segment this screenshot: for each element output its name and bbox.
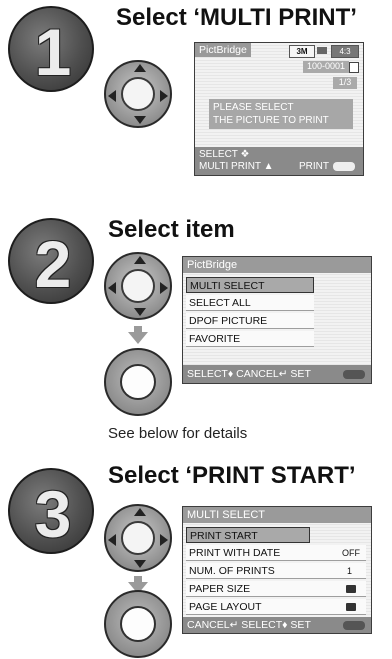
menu-item-print-start[interactable]: PRINT START: [186, 527, 310, 543]
menu-item-select-all[interactable]: SELECT ALL: [186, 295, 314, 311]
screen-footer: CANCEL↵ SELECT♦ SET: [183, 617, 371, 633]
menu-set-button-icon: [104, 348, 172, 416]
step-1-badge: 1: [8, 6, 94, 92]
down-arrow-head: [128, 332, 148, 344]
printer-icon: [346, 603, 356, 611]
footer-hints: SELECT♦ CANCEL↵ SET: [187, 368, 311, 380]
step-1-title: Select ‘MULTI PRINT’: [116, 4, 357, 31]
screen-header: PictBridge: [195, 43, 251, 57]
message-line-1: PLEASE SELECT: [213, 102, 294, 113]
picture-counter: 1/3: [333, 77, 357, 89]
menu-item-value: 1: [346, 566, 352, 576]
screen-footer: SELECT♦ CANCEL↵ SET: [183, 365, 371, 383]
menu-item-label: PAPER SIZE: [189, 583, 251, 595]
details-caption: See below for details: [108, 425, 248, 442]
printer-icon: [346, 585, 356, 593]
footer-multi-print-hint: MULTI PRINT ▲: [199, 161, 274, 172]
print-button-icon: [333, 162, 355, 171]
menu-item-paper-size[interactable]: PAPER SIZE: [186, 581, 366, 597]
menu-item-multi-select[interactable]: MULTI SELECT: [186, 277, 314, 293]
step-3-title: Select ‘PRINT START’: [108, 462, 356, 489]
protect-icon: [349, 62, 359, 73]
step-3-number: 3: [34, 477, 72, 551]
cursor-pad-icon: [104, 60, 172, 128]
menu-item-label: PAGE LAYOUT: [189, 601, 262, 613]
menu-item-favorite[interactable]: FAVORITE: [186, 331, 314, 347]
select-message: PLEASE SELECT THE PICTURE TO PRINT: [209, 99, 353, 129]
cursor-pad-icon: [104, 504, 172, 572]
folder-number: 100-0001: [303, 61, 349, 73]
menu-set-button-icon: [104, 590, 172, 658]
menu-item-label: PRINT WITH DATE: [189, 547, 281, 559]
step-3-badge: 3: [8, 468, 94, 554]
step-1-number: 1: [34, 15, 72, 89]
camera-mode-icon: [317, 47, 327, 54]
screen-header: PictBridge: [183, 257, 371, 273]
size-badge: 3M: [289, 45, 315, 58]
step-2-camera-screen: PictBridge MULTI SELECT SELECT ALL DPOF …: [182, 256, 372, 384]
footer-print-hint: PRINT: [299, 161, 329, 172]
step-2-badge: 2: [8, 218, 94, 304]
screen-header: MULTI SELECT: [183, 507, 371, 523]
step-3-camera-screen: MULTI SELECT PRINT START PRINT WITH DATE…: [182, 506, 372, 634]
step-2-number: 2: [34, 227, 72, 301]
menu-item-print-with-date[interactable]: PRINT WITH DATE OFF: [186, 545, 366, 561]
menu-item-dpof-picture[interactable]: DPOF PICTURE: [186, 313, 314, 329]
ratio-badge: 4:3: [331, 45, 359, 58]
step-2-title: Select item: [108, 216, 235, 243]
screen-footer: SELECT ❖ MULTI PRINT ▲ PRINT: [195, 147, 363, 175]
step-1-camera-screen: PictBridge 3M 4:3 100-0001 1/3 PLEASE SE…: [194, 42, 364, 176]
footer-hints: CANCEL↵ SELECT♦ SET: [187, 619, 311, 631]
menu-button-icon: [343, 370, 365, 379]
menu-button-icon: [343, 621, 365, 630]
menu-item-page-layout[interactable]: PAGE LAYOUT: [186, 599, 366, 615]
menu-item-num-of-prints[interactable]: NUM. OF PRINTS 1: [186, 563, 366, 579]
footer-select-hint: SELECT ❖: [199, 149, 250, 160]
cursor-pad-icon: [104, 252, 172, 320]
menu-item-value: OFF: [342, 548, 360, 558]
footer-hints: MULTI PRINT ▲ PRINT: [199, 161, 363, 173]
message-line-2: THE PICTURE TO PRINT: [213, 115, 329, 126]
menu-item-label: NUM. OF PRINTS: [189, 565, 275, 577]
